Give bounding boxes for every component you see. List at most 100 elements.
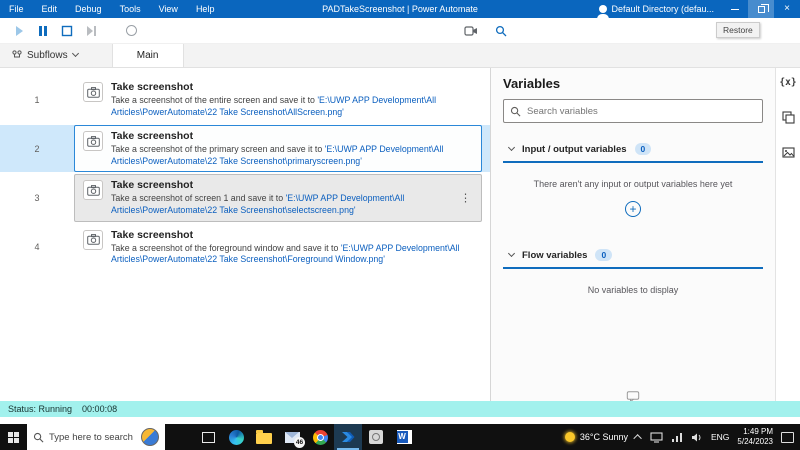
tray-date: 5/24/2023	[737, 437, 773, 446]
tray-volume-icon[interactable]	[691, 432, 703, 443]
run-icon[interactable]	[8, 20, 30, 42]
flow-variables-section: Flow variables 0 No variables to display	[503, 243, 763, 307]
action-card[interactable]: Take screenshot Take a screenshot of the…	[74, 223, 482, 271]
io-variables-count: 0	[634, 143, 652, 155]
subflows-dropdown[interactable]: Subflows	[0, 43, 90, 67]
language-indicator[interactable]: ENG	[711, 432, 729, 442]
action-description: Take a screenshot of screen 1 and save i…	[111, 193, 405, 216]
toolbar	[0, 18, 800, 44]
taskbar-mail-icon[interactable]: 46	[278, 424, 306, 450]
variables-search-input[interactable]	[527, 105, 756, 117]
taskbar-power-automate-icon[interactable]	[334, 424, 362, 450]
action-center-icon[interactable]	[781, 431, 794, 443]
search-icon	[510, 106, 521, 116]
action-card-selected[interactable]: Take screenshot Take a screenshot of the…	[74, 125, 482, 173]
flow-variables-label: Flow variables	[522, 249, 588, 261]
menu-tools[interactable]: Tools	[111, 0, 150, 18]
chevron-down-icon	[507, 249, 516, 258]
tab-strip: Subflows Main	[0, 43, 800, 68]
ui-elements-icon[interactable]	[780, 109, 797, 126]
io-variables-label: Input / output variables	[522, 143, 627, 155]
menu-file[interactable]: File	[0, 0, 33, 18]
menu-edit[interactable]: Edit	[33, 0, 67, 18]
restore-tooltip: Restore	[716, 22, 760, 38]
restore-button[interactable]	[748, 0, 774, 18]
search-icon[interactable]	[490, 20, 512, 42]
taskbar-file-explorer-icon[interactable]	[250, 424, 278, 450]
tray-time: 1:49 PM	[743, 427, 773, 436]
action-description: Take a screenshot of the entire screen a…	[111, 95, 437, 117]
account-label: Default Directory (defau...	[611, 4, 714, 14]
taskbar-chrome-icon[interactable]	[306, 424, 334, 450]
io-variables-header[interactable]: Input / output variables 0	[503, 137, 763, 163]
task-view-button[interactable]	[195, 424, 222, 450]
images-icon[interactable]	[780, 144, 797, 161]
tray-monitor-icon[interactable]	[650, 431, 663, 443]
camera-icon	[83, 180, 103, 201]
action-card-hovered[interactable]: Take screenshot Take a screenshot of scr…	[74, 174, 482, 222]
account-menu[interactable]: Default Directory (defau...	[597, 4, 714, 19]
action-row-2[interactable]: 2 Take screenshot Take a screenshot of t…	[0, 125, 490, 173]
search-icon	[33, 432, 44, 442]
weather-text: 36°C Sunny	[579, 432, 628, 442]
action-title: Take screenshot	[111, 81, 194, 93]
variables-panel: Variables Input / output variables 0 The…	[490, 68, 775, 408]
add-variable-button[interactable]: +	[625, 201, 641, 217]
search-highlight-icon[interactable]	[141, 428, 159, 446]
flow-variables-header[interactable]: Flow variables 0	[503, 243, 763, 269]
action-title: Take screenshot	[111, 130, 194, 143]
notification-badge: 46	[294, 437, 305, 448]
menu-help[interactable]: Help	[187, 0, 224, 18]
minimize-button[interactable]	[722, 0, 748, 18]
action-description: Take a screenshot of the primary screen …	[111, 144, 444, 166]
io-variables-empty-state: There aren't any input or output variabl…	[503, 163, 763, 229]
flow-variables-count: 0	[595, 249, 613, 261]
camera-icon	[83, 131, 103, 152]
weather-widget[interactable]: 36°C Sunny	[564, 432, 628, 442]
run-next-action-icon[interactable]	[80, 20, 102, 42]
taskbar-search-box[interactable]: Type here to search	[27, 424, 165, 450]
taskbar-word-icon[interactable]: W	[390, 424, 418, 450]
subflows-icon	[12, 50, 22, 58]
windows-taskbar: Type here to search 46 W 36°C Sunny ENG …	[0, 424, 800, 450]
taskbar-snipping-tool-icon[interactable]	[362, 424, 390, 450]
pause-icon[interactable]	[32, 20, 54, 42]
windows-logo-icon	[8, 431, 19, 443]
system-tray: 36°C Sunny ENG 1:49 PM 5/24/2023	[564, 427, 800, 447]
row-number: 3	[34, 193, 40, 204]
start-button[interactable]	[0, 424, 27, 450]
more-options-icon[interactable]: ⋮	[460, 192, 471, 205]
close-button[interactable]: ×	[774, 0, 800, 18]
recorder-icon[interactable]	[460, 20, 482, 42]
action-row-3[interactable]: 3 Take screenshot Take a screenshot of s…	[0, 174, 490, 222]
action-title: Take screenshot	[111, 179, 194, 192]
chevron-down-icon	[507, 143, 516, 152]
subflows-label: Subflows	[27, 49, 68, 61]
chevron-down-icon	[71, 49, 79, 58]
taskbar-clock[interactable]: 1:49 PM 5/24/2023	[737, 427, 773, 447]
action-row-4[interactable]: 4 Take screenshot Take a screenshot of t…	[0, 223, 490, 271]
status-elapsed-time: 00:00:08	[82, 404, 118, 414]
camera-icon	[83, 82, 103, 102]
tab-main[interactable]: Main	[111, 43, 184, 67]
menu-view[interactable]: View	[150, 0, 187, 18]
flow-variables-empty-state: No variables to display	[503, 269, 763, 307]
status-bar: Status: Running 00:00:08	[0, 401, 800, 417]
row-number: 4	[34, 242, 40, 253]
show-hidden-icons-button[interactable]	[633, 434, 642, 443]
task-view-icon	[202, 431, 215, 443]
io-variables-section: Input / output variables 0 There aren't …	[503, 137, 763, 229]
variables-search-box[interactable]	[503, 99, 763, 123]
window-title: PADTakeScreenshot | Power Automate	[322, 4, 478, 14]
stop-icon[interactable]	[56, 20, 78, 42]
row-number: 1	[34, 94, 40, 105]
taskbar-edge-icon[interactable]	[222, 424, 250, 450]
menu-debug[interactable]: Debug	[66, 0, 111, 18]
action-row-1[interactable]: 1 Take screenshot Take a screenshot of t…	[0, 76, 490, 124]
web-recorder-icon[interactable]	[120, 20, 142, 42]
right-rail: {x}	[775, 68, 800, 408]
person-icon	[597, 5, 610, 19]
tray-network-icon[interactable]	[671, 432, 683, 443]
action-card[interactable]: Take screenshot Take a screenshot of the…	[74, 76, 482, 124]
variables-rail-icon[interactable]: {x}	[779, 74, 796, 91]
